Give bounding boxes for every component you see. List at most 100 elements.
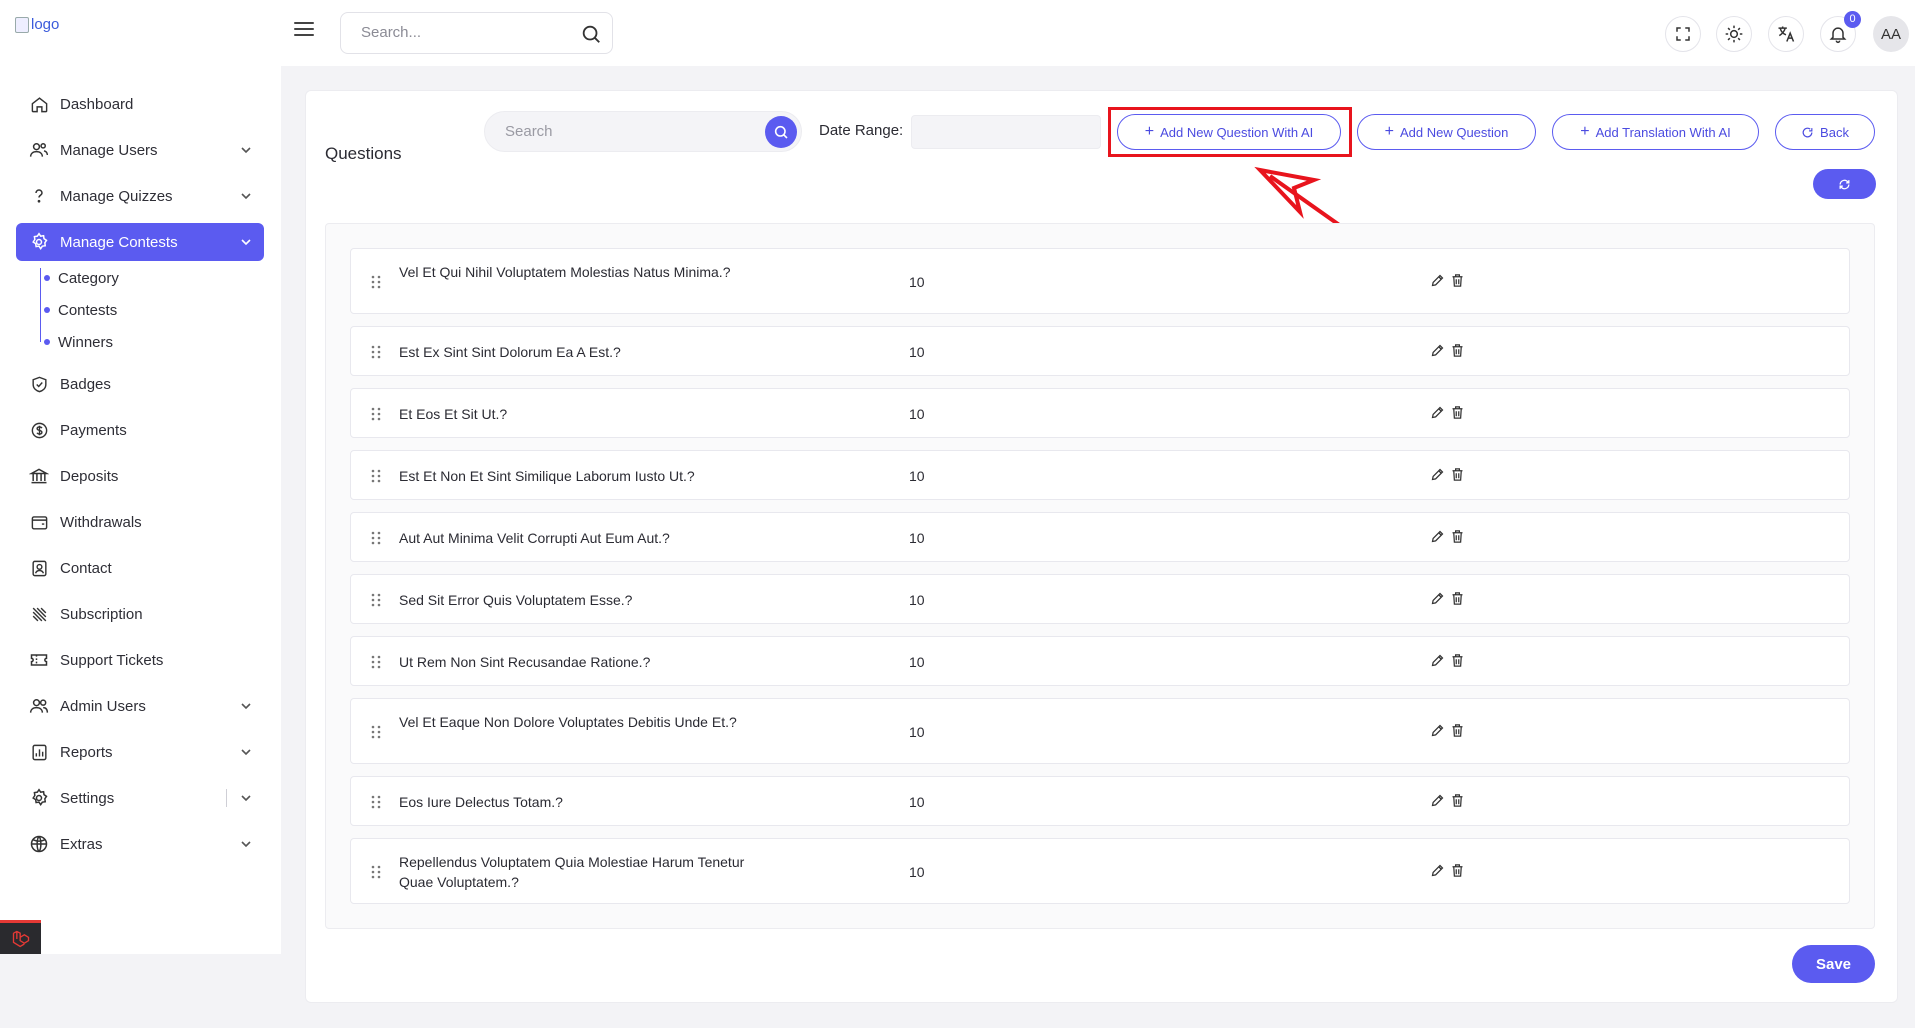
save-button[interactable]: Save xyxy=(1792,945,1875,983)
drag-handle-icon[interactable] xyxy=(371,275,381,289)
edit-icon[interactable] xyxy=(1429,652,1445,668)
sidebar-item-admin-users[interactable]: Admin Users xyxy=(16,687,264,725)
edit-icon[interactable] xyxy=(1429,528,1445,544)
trash-icon[interactable] xyxy=(1449,466,1465,482)
sidebar-item-label: Admin Users xyxy=(60,697,146,715)
sidebar-item-manage-quizzes[interactable]: Manage Quizzes xyxy=(16,177,264,215)
broken-image-icon xyxy=(15,16,29,33)
sidebar-item-label: Subscription xyxy=(60,605,143,623)
question-row[interactable]: Aut Aut Minima Velit Corrupti Aut Eum Au… xyxy=(350,512,1850,562)
question-row[interactable]: Et Eos Et Sit Ut.? 10 xyxy=(350,388,1850,438)
add-question-label: Add New Question xyxy=(1399,124,1509,140)
sidebar-item-manage-contests[interactable]: Manage Contests xyxy=(16,223,264,261)
drag-handle-icon[interactable] xyxy=(371,795,381,809)
edit-icon[interactable] xyxy=(1429,792,1445,808)
sidebar-item-support-tickets[interactable]: Support Tickets xyxy=(16,641,264,679)
date-range-input[interactable] xyxy=(911,115,1101,149)
edit-icon[interactable] xyxy=(1429,342,1445,358)
question-row[interactable]: Ut Rem Non Sint Recusandae Ratione.? 10 xyxy=(350,636,1850,686)
sidebar-item-badges[interactable]: Badges xyxy=(16,365,264,403)
drag-handle-icon[interactable] xyxy=(371,725,381,739)
refresh-button[interactable] xyxy=(1813,169,1876,199)
sidebar-item-reports[interactable]: Reports xyxy=(16,733,264,771)
users-icon xyxy=(28,139,50,161)
refresh-back-icon xyxy=(1802,127,1813,137)
sidebar-subitem-category[interactable]: Category xyxy=(44,268,119,288)
add-translation-with-ai-button[interactable]: + Add Translation With AI xyxy=(1552,114,1759,150)
question-row[interactable]: Vel Et Qui Nihil Voluptatem Molestias Na… xyxy=(350,248,1850,314)
trash-icon[interactable] xyxy=(1449,652,1465,668)
sidebar-subitem-label: Category xyxy=(58,269,119,287)
sidebar-item-label: Settings xyxy=(60,789,115,807)
sidebar-item-label: Contact xyxy=(60,559,112,577)
date-range-label: Date Range: xyxy=(819,122,904,139)
trash-icon[interactable] xyxy=(1449,590,1465,606)
question-row[interactable]: Est Et Non Et Sint Similique Laborum Ius… xyxy=(350,450,1850,500)
avatar[interactable]: AA xyxy=(1873,16,1909,52)
edit-icon[interactable] xyxy=(1429,272,1445,288)
trash-icon[interactable] xyxy=(1449,722,1465,738)
question-score: 10 xyxy=(909,274,925,290)
sidebar-item-extras[interactable]: Extras xyxy=(16,825,264,863)
edit-icon[interactable] xyxy=(1429,722,1445,738)
sun-icon[interactable] xyxy=(1716,16,1752,52)
drag-handle-icon[interactable] xyxy=(371,865,381,879)
logo[interactable]: logo xyxy=(15,16,59,33)
drag-handle-icon[interactable] xyxy=(371,407,381,421)
trash-icon[interactable] xyxy=(1449,404,1465,420)
sidebar-item-withdrawals[interactable]: Withdrawals xyxy=(16,503,264,541)
laravel-debug-icon[interactable] xyxy=(0,920,41,954)
translate-icon[interactable] xyxy=(1768,16,1804,52)
subscription-icon xyxy=(28,603,50,625)
trash-icon[interactable] xyxy=(1449,272,1465,288)
back-label: Back xyxy=(1820,124,1849,140)
edit-icon[interactable] xyxy=(1429,862,1445,878)
sidebar-item-subscription[interactable]: Subscription xyxy=(16,595,264,633)
question-text: Ut Rem Non Sint Recusandae Ratione.? xyxy=(399,654,651,670)
search-icon[interactable] xyxy=(580,23,602,45)
notification-badge: 0 xyxy=(1844,11,1861,28)
question-row[interactable]: Est Ex Sint Sint Dolorum Ea A Est.? 10 xyxy=(350,326,1850,376)
sidebar-subitem-winners[interactable]: Winners xyxy=(44,332,113,352)
question-text: Est Et Non Et Sint Similique Laborum Ius… xyxy=(399,468,695,484)
sidebar-item-contact[interactable]: Contact xyxy=(16,549,264,587)
settings-icon xyxy=(28,787,50,809)
sidebar-item-manage-users[interactable]: Manage Users xyxy=(16,131,264,169)
question-row[interactable]: Repellendus Voluptatem Quia Molestiae Ha… xyxy=(350,838,1850,904)
drag-handle-icon[interactable] xyxy=(371,531,381,545)
trash-icon[interactable] xyxy=(1449,862,1465,878)
sidebar-item-dashboard[interactable]: Dashboard xyxy=(16,85,264,123)
top-bar: logo 0 AA xyxy=(0,0,1915,66)
drag-handle-icon[interactable] xyxy=(371,655,381,669)
sidebar-subitem-label: Contests xyxy=(58,301,118,319)
sidebar-item-label: Withdrawals xyxy=(60,513,142,531)
question-row[interactable]: Sed Sit Error Quis Voluptatem Esse.? 10 xyxy=(350,574,1850,624)
sidebar-item-deposits[interactable]: Deposits xyxy=(16,457,264,495)
chevron-down-icon xyxy=(241,193,251,200)
trash-icon[interactable] xyxy=(1449,792,1465,808)
drag-handle-icon[interactable] xyxy=(371,593,381,607)
drag-handle-icon[interactable] xyxy=(371,469,381,483)
edit-icon[interactable] xyxy=(1429,404,1445,420)
sidebar-item-label: Payments xyxy=(60,421,127,439)
fullscreen-icon[interactable] xyxy=(1665,16,1701,52)
question-search-input[interactable] xyxy=(505,123,745,140)
drag-handle-icon[interactable] xyxy=(371,345,381,359)
question-row[interactable]: Eos Iure Delectus Totam.? 10 xyxy=(350,776,1850,826)
question-row[interactable]: Vel Et Eaque Non Dolore Voluptates Debit… xyxy=(350,698,1850,764)
bank-icon xyxy=(28,465,50,487)
sidebar-subitem-contests[interactable]: Contests xyxy=(44,300,117,320)
search-button[interactable] xyxy=(765,116,797,148)
question-score: 10 xyxy=(909,794,925,810)
menu-toggle-button[interactable] xyxy=(292,18,316,42)
question-score: 10 xyxy=(909,724,925,740)
add-question-button[interactable]: + Add New Question xyxy=(1357,114,1536,150)
back-button[interactable]: Back xyxy=(1775,114,1875,150)
trash-icon[interactable] xyxy=(1449,528,1465,544)
question-text: Vel Et Eaque Non Dolore Voluptates Debit… xyxy=(399,714,737,730)
sidebar-item-payments[interactable]: Payments xyxy=(16,411,264,449)
global-search-input[interactable] xyxy=(361,24,561,41)
trash-icon[interactable] xyxy=(1449,342,1465,358)
edit-icon[interactable] xyxy=(1429,590,1445,606)
edit-icon[interactable] xyxy=(1429,466,1445,482)
